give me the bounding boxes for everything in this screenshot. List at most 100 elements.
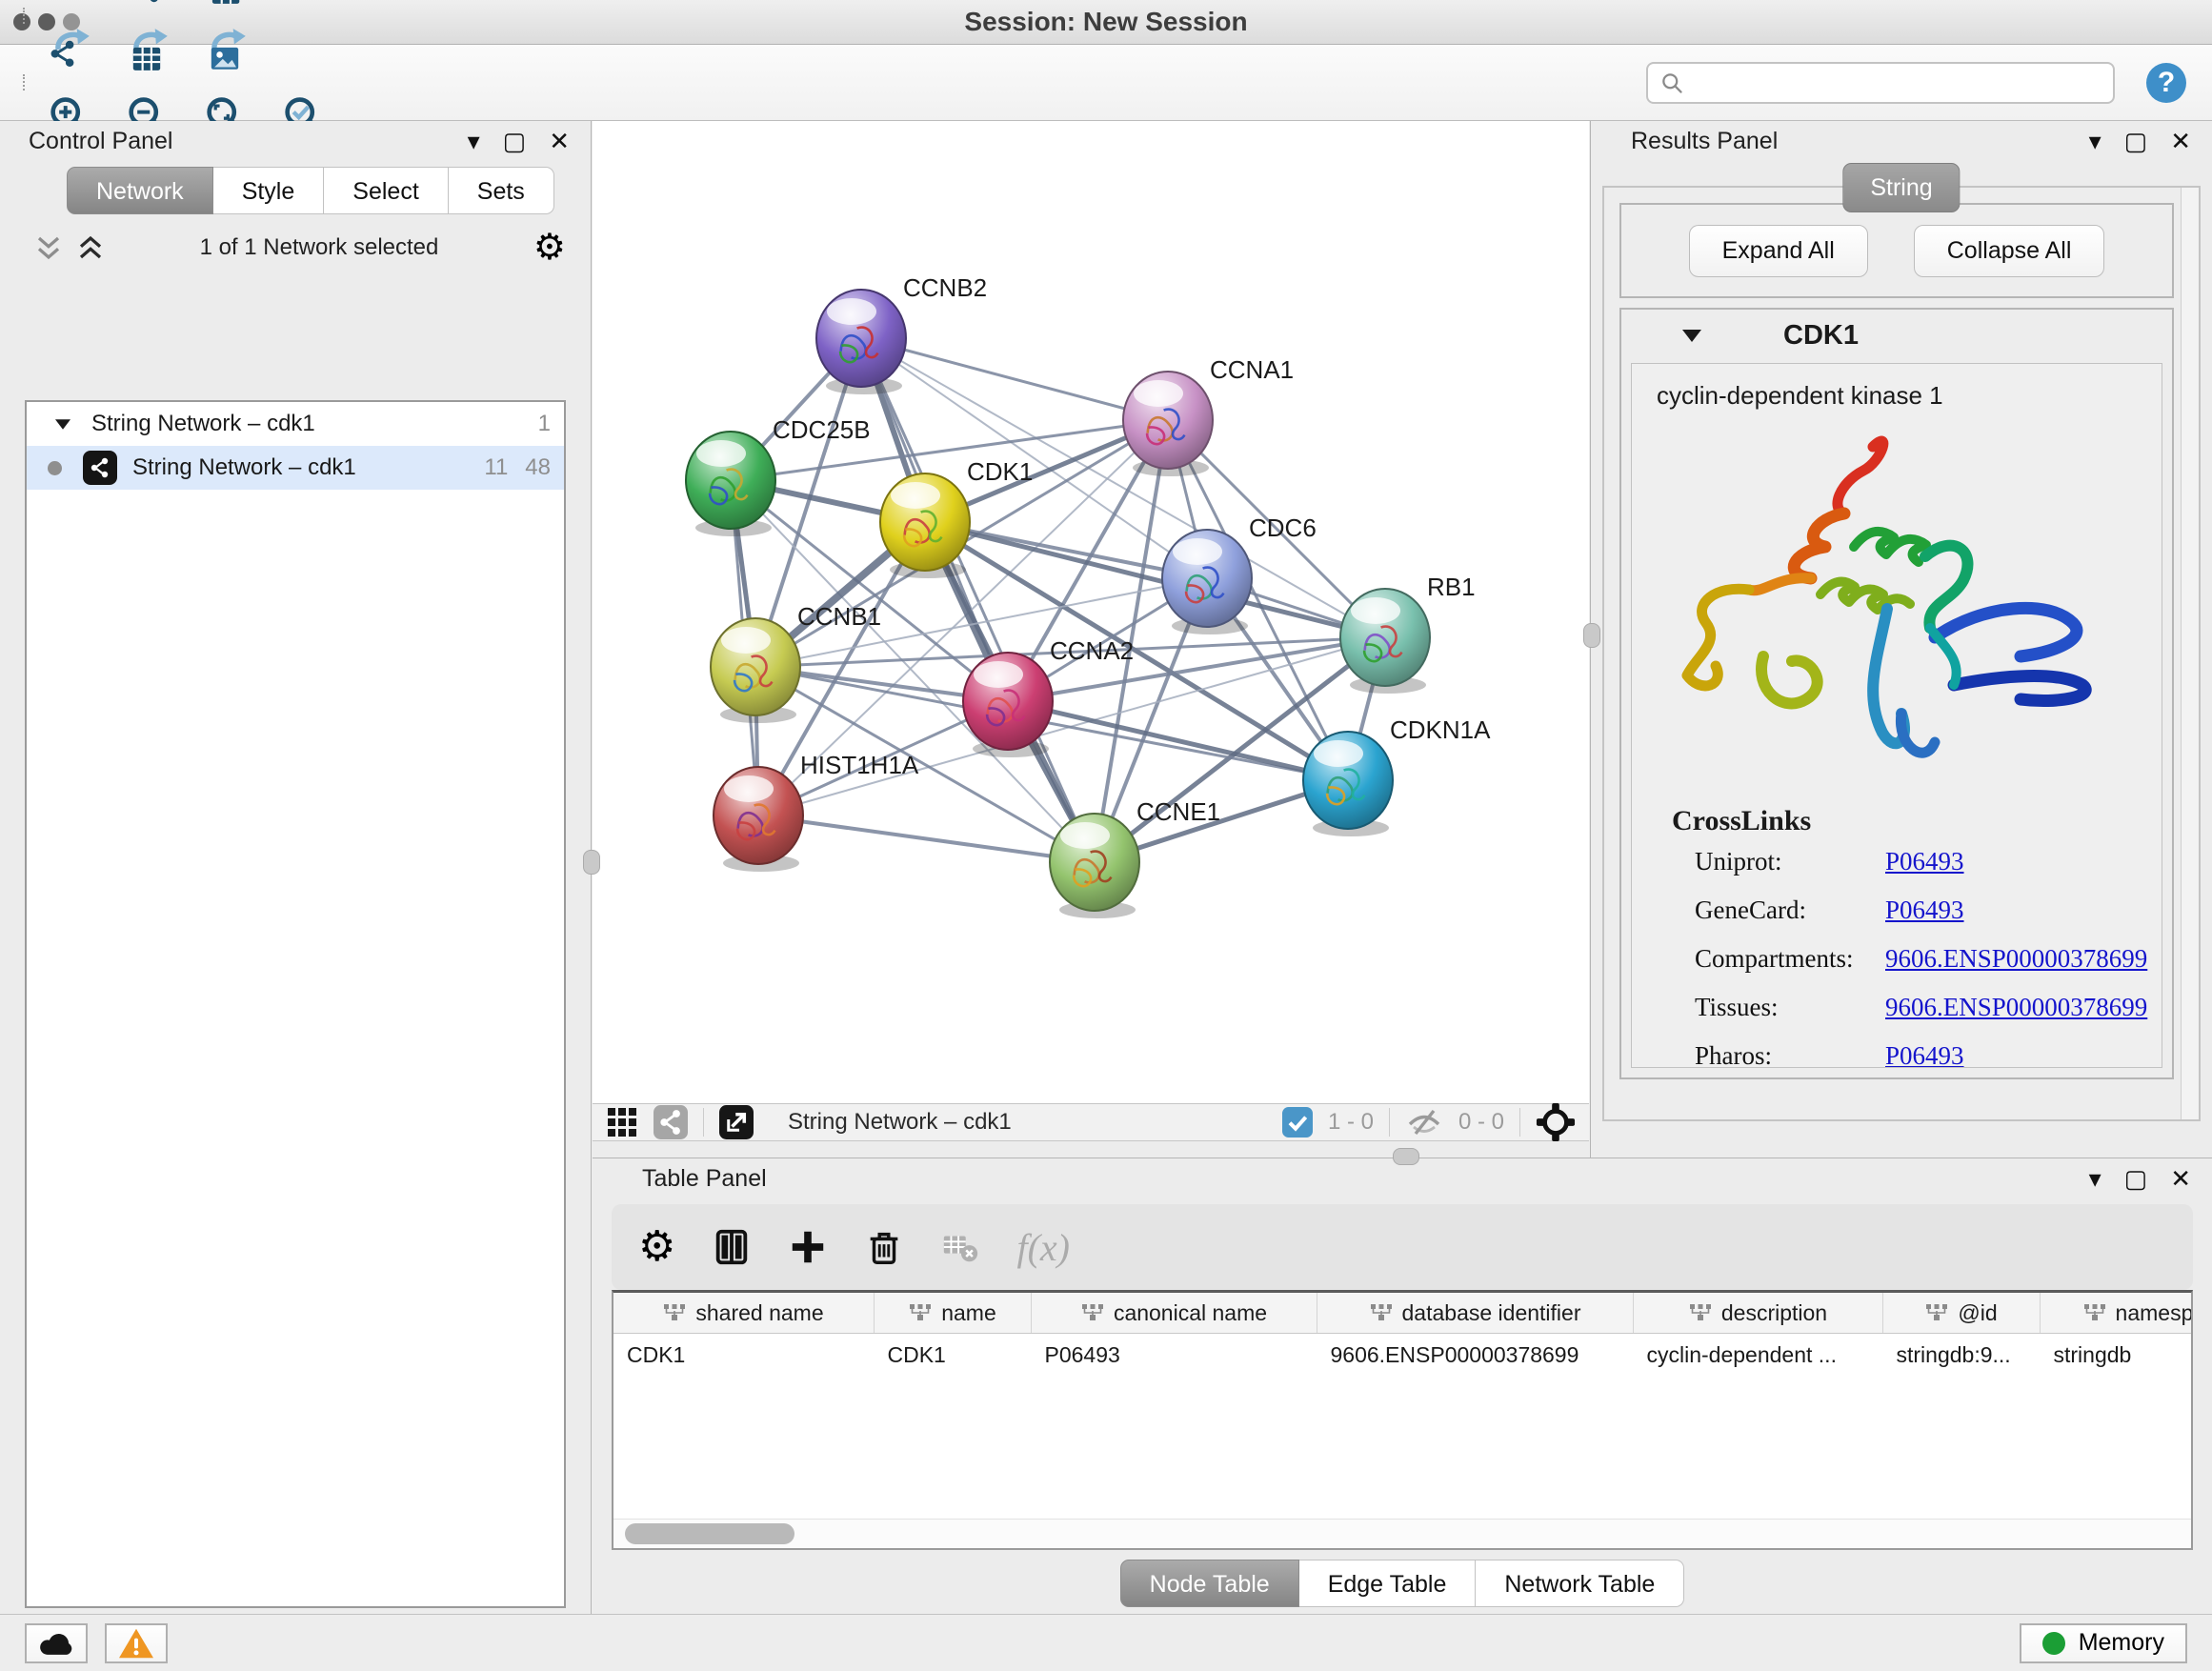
tab-style[interactable]: Style — [213, 167, 325, 214]
birdseye-navigator-icon[interactable] — [1536, 1102, 1576, 1142]
table-panel-menu-button[interactable]: ▾ — [2089, 1166, 2101, 1191]
network-options-gear-icon[interactable]: ⚙ — [533, 230, 566, 266]
open-in-new-window-icon[interactable] — [719, 1105, 754, 1139]
control-panel-menu-button[interactable]: ▾ — [468, 129, 480, 153]
crosslink-link[interactable]: 9606.ENSP00000378699 — [1885, 993, 2147, 1022]
network-row[interactable]: String Network – cdk1 11 48 — [27, 446, 564, 490]
node-CCNE1[interactable]: CCNE1 — [1050, 797, 1220, 918]
node-label-CCNA2: CCNA2 — [1050, 636, 1134, 665]
selected-checkbox-icon[interactable] — [1282, 1107, 1313, 1137]
crosslink-link[interactable]: P06493 — [1885, 1041, 1964, 1068]
column-header-canonical-name[interactable]: canonical name — [1032, 1293, 1317, 1334]
hidden-eye-slash-icon[interactable] — [1405, 1106, 1443, 1138]
grid-view-icon[interactable] — [606, 1106, 638, 1138]
show-columns-icon[interactable] — [712, 1227, 752, 1267]
table-cell[interactable]: 9606.ENSP00000378699 — [1317, 1334, 1634, 1377]
expand-all-networks-icon[interactable] — [76, 233, 105, 262]
table-cell[interactable]: stringdb — [2041, 1334, 2194, 1377]
right-splitter-grip[interactable] — [1583, 623, 1600, 648]
expand-all-button[interactable]: Expand All — [1689, 225, 1868, 277]
tab-node-table[interactable]: Node Table — [1120, 1560, 1299, 1607]
node-label-CCNE1: CCNE1 — [1136, 797, 1220, 826]
collapse-all-button[interactable]: Collapse All — [1914, 225, 2105, 277]
import-table-file-button[interactable] — [200, 0, 250, 8]
table-horizontal-scrollbar[interactable] — [613, 1519, 2191, 1548]
left-splitter-grip[interactable] — [583, 850, 600, 875]
crosslink-link[interactable]: 9606.ENSP00000378699 — [1885, 944, 2147, 974]
table-panel: Table Panel ▾ ▢ ✕ ⚙ f(x) shared nam — [593, 1158, 2212, 1614]
section-title: CDK1 — [1783, 320, 1859, 352]
table-cell[interactable]: stringdb:9... — [1883, 1334, 2041, 1377]
svg-text:?: ? — [2158, 67, 2175, 98]
clear-table-icon[interactable] — [940, 1227, 980, 1267]
results-panel-float-button[interactable]: ▢ — [2124, 129, 2148, 153]
tab-network-table[interactable]: Network Table — [1476, 1560, 1684, 1607]
table-cell[interactable]: cyclin-dependent ... — [1634, 1334, 1883, 1377]
search-input[interactable] — [1692, 69, 2101, 97]
collapse-all-networks-icon[interactable] — [34, 233, 63, 262]
crosslink-row: GeneCard:P06493 — [1695, 896, 2162, 925]
results-panel-close-button[interactable]: ✕ — [2170, 129, 2191, 153]
help-button[interactable]: ? — [2143, 60, 2189, 106]
network-canvas[interactable]: CCNB2CCNA1CDC25BCDK1CDC6RB1CCNB1CCNA2CDK… — [593, 121, 1589, 1103]
scrollbar-thumb[interactable] — [625, 1523, 794, 1544]
results-panel-menu-button[interactable]: ▾ — [2089, 129, 2101, 153]
function-builder-icon[interactable]: f(x) — [1016, 1225, 1070, 1270]
table-cell[interactable]: CDK1 — [613, 1334, 875, 1377]
delete-column-trash-icon[interactable] — [864, 1227, 904, 1267]
node-CDK1[interactable]: CDK1 — [880, 457, 1033, 578]
table-cell[interactable]: CDK1 — [875, 1334, 1032, 1377]
crosslink-link[interactable]: P06493 — [1885, 896, 1964, 925]
tab-string[interactable]: String — [1842, 163, 1960, 212]
table-panel-float-button[interactable]: ▢ — [2124, 1166, 2148, 1191]
crosslink-link[interactable]: P06493 — [1885, 847, 1964, 876]
search-box[interactable] — [1646, 62, 2115, 104]
control-panel-close-button[interactable]: ✕ — [549, 129, 570, 153]
crosslink-row: Uniprot:P06493 — [1695, 847, 2162, 876]
node-CDKN1A[interactable]: CDKN1A — [1303, 715, 1491, 836]
create-column-plus-icon[interactable] — [788, 1227, 828, 1267]
edge-CCNA2-CDKN1A[interactable] — [1008, 701, 1348, 780]
edge-CCNB2-CCNE1[interactable] — [861, 338, 1095, 862]
tab-select[interactable]: Select — [324, 167, 448, 214]
column-header-name[interactable]: name — [875, 1293, 1032, 1334]
column-header-database-identifier[interactable]: database identifier — [1317, 1293, 1634, 1334]
table-cell[interactable]: P06493 — [1032, 1334, 1317, 1377]
node-HIST1H1A[interactable]: HIST1H1A — [714, 751, 919, 872]
results-scrollbar[interactable] — [2181, 188, 2199, 1119]
collection-expand-icon[interactable] — [55, 419, 70, 429]
column-header-namespace[interactable]: namespace — [2041, 1293, 2194, 1334]
share-view-icon[interactable] — [654, 1105, 688, 1139]
export-network-button[interactable] — [44, 25, 93, 74]
table-options-gear-icon[interactable]: ⚙ — [638, 1226, 675, 1268]
edge-CCNB2-CCNA1[interactable] — [861, 338, 1168, 420]
node-RB1[interactable]: RB1 — [1340, 573, 1476, 694]
node-CCNB2[interactable]: CCNB2 — [816, 273, 987, 394]
column-header-description[interactable]: description — [1634, 1293, 1883, 1334]
tab-network[interactable]: Network — [67, 167, 213, 214]
export-image-button[interactable] — [200, 25, 250, 74]
column-label: shared name — [695, 1300, 823, 1326]
warning-button[interactable] — [105, 1623, 168, 1663]
main-toolbar: ? — [0, 45, 2212, 121]
node-CCNA1[interactable]: CCNA1 — [1123, 355, 1294, 476]
cloud-button[interactable] — [25, 1623, 88, 1663]
section-collapse-icon[interactable] — [1682, 330, 1701, 342]
control-panel-title: Control Panel — [29, 128, 172, 155]
edge-HIST1H1A-CCNE1[interactable] — [758, 815, 1095, 862]
table-panel-close-button[interactable]: ✕ — [2170, 1166, 2191, 1191]
results-panel-body: Expand All Collapse All CDK1 cyclin-depe… — [1602, 186, 2201, 1121]
export-table-button[interactable] — [122, 25, 171, 74]
column-header-id[interactable]: @id — [1883, 1293, 2041, 1334]
table-row[interactable]: CDK1CDK1P064939606.ENSP00000378699cyclin… — [613, 1334, 2193, 1377]
import-network-file-button[interactable] — [44, 0, 93, 8]
control-panel-float-button[interactable]: ▢ — [503, 129, 527, 153]
tab-edge-table[interactable]: Edge Table — [1299, 1560, 1477, 1607]
tab-sets[interactable]: Sets — [449, 167, 554, 214]
column-header-shared-name[interactable]: shared name — [613, 1293, 875, 1334]
memory-button[interactable]: Memory — [2020, 1623, 2187, 1663]
import-network-database-button[interactable] — [122, 0, 171, 8]
horizontal-splitter-grip[interactable] — [1393, 1148, 1419, 1165]
network-collection-row[interactable]: String Network – cdk1 1 — [27, 402, 564, 446]
network-label: String Network – cdk1 — [132, 454, 356, 481]
